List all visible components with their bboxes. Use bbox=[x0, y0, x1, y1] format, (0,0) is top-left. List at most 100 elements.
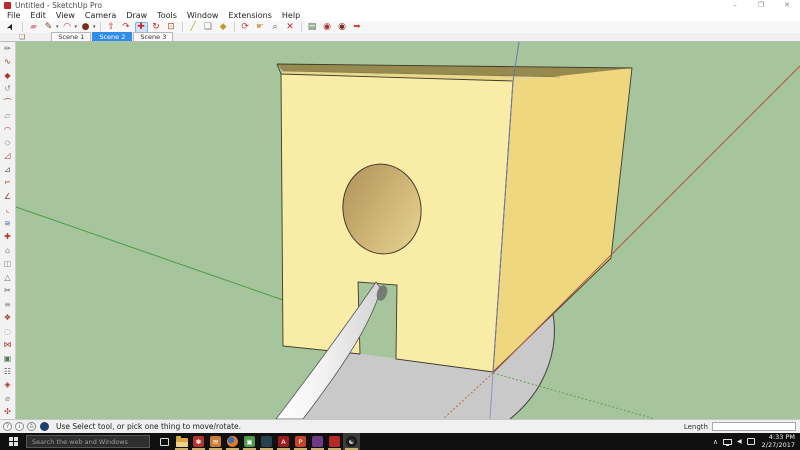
menu-draw[interactable]: Draw bbox=[121, 11, 152, 21]
file-explorer-taskbar-button[interactable] bbox=[173, 433, 190, 450]
arc-tool-button[interactable]: ◠ bbox=[61, 22, 74, 33]
line-tool-button[interactable]: ✎ bbox=[42, 22, 55, 33]
arc-segment-icon: ⌒ bbox=[3, 97, 12, 107]
share-model-button[interactable]: ➥ bbox=[351, 22, 364, 33]
acrobat-taskbar-button[interactable]: A bbox=[275, 433, 292, 450]
3d-warehouse-button[interactable]: ◉ bbox=[321, 22, 334, 33]
task-view-taskbar-button[interactable] bbox=[156, 433, 173, 450]
sketchup-app-taskbar-button[interactable] bbox=[326, 433, 343, 450]
maximize-button[interactable]: ❐ bbox=[748, 0, 774, 11]
scene-tab-1[interactable]: Scene 1 bbox=[51, 32, 92, 41]
diamond-face-button[interactable]: ◇ bbox=[0, 136, 15, 149]
angle-button[interactable]: ∠ bbox=[0, 190, 15, 203]
zoom-extents-tool-button[interactable]: ✕ bbox=[284, 22, 297, 33]
follow-me-tool-button[interactable]: ↷ bbox=[120, 22, 133, 33]
scene-tab-3[interactable]: Scene 3 bbox=[133, 32, 174, 41]
menu-window[interactable]: Window bbox=[182, 11, 224, 21]
parallelogram-button[interactable]: ▱ bbox=[0, 109, 15, 122]
sketchup-logo-icon bbox=[4, 2, 11, 9]
credits-icon[interactable]: i bbox=[15, 422, 24, 431]
hidden-icons-chevron[interactable]: ∧ bbox=[713, 438, 718, 446]
mesh-rows-button[interactable]: ☷ bbox=[0, 365, 15, 378]
taskbar-search-input[interactable] bbox=[26, 435, 150, 448]
corner-button[interactable]: ⌐ bbox=[0, 177, 15, 190]
dimension-tool-button[interactable]: ❏ bbox=[202, 22, 215, 33]
firefox-taskbar-button[interactable] bbox=[224, 433, 241, 450]
orbit-tool-button[interactable]: ⟳ bbox=[239, 22, 252, 33]
dome-button[interactable]: ◠ bbox=[0, 123, 15, 136]
mail-app-taskbar-button[interactable]: ✉ bbox=[207, 433, 224, 450]
split-face-button[interactable]: ◫ bbox=[0, 258, 15, 271]
extension-warehouse-icon: ◉ bbox=[338, 21, 346, 32]
arc-segment-button[interactable]: ⌒ bbox=[0, 96, 15, 109]
push-pull-tool-button[interactable]: ⇧ bbox=[105, 22, 118, 33]
image-viewer-icon: ▣ bbox=[244, 436, 255, 447]
scale-tool-button[interactable]: ⊡ bbox=[165, 22, 178, 33]
vertex-tools-button[interactable]: ❖ bbox=[0, 311, 15, 324]
wedge-button[interactable]: ◿ bbox=[0, 150, 15, 163]
menu-help[interactable]: Help bbox=[277, 11, 305, 21]
sign-in-icon[interactable]: ♙ bbox=[27, 422, 36, 431]
paint-bucket-tool-icon: ◆ bbox=[219, 21, 227, 32]
start-button[interactable] bbox=[0, 433, 26, 450]
viewport-3d[interactable] bbox=[16, 42, 800, 419]
tape-measure-tool-button[interactable]: ╱ bbox=[187, 22, 200, 33]
menu-tools[interactable]: Tools bbox=[152, 11, 182, 21]
obs-taskbar-button[interactable]: ☯ bbox=[343, 433, 360, 450]
facet-gem-button[interactable]: ◈ bbox=[0, 379, 15, 392]
menu-view[interactable]: View bbox=[51, 11, 80, 21]
wave-surface-button[interactable]: ≋ bbox=[0, 217, 15, 230]
styles-panel-button[interactable]: ▤ bbox=[306, 22, 319, 33]
cross-section-button[interactable]: ✚ bbox=[0, 231, 15, 244]
arc-tool-dropdown-icon[interactable]: ▾ bbox=[75, 24, 78, 30]
undo-arc-button[interactable]: ↺ bbox=[0, 82, 15, 95]
menu-file[interactable]: File bbox=[2, 11, 25, 21]
sketchup-community-icon[interactable] bbox=[40, 422, 49, 431]
pyramid-button[interactable]: △ bbox=[0, 271, 15, 284]
menu-edit[interactable]: Edit bbox=[25, 11, 51, 21]
image-viewer-taskbar-button[interactable]: ▣ bbox=[241, 433, 258, 450]
rotate-tool-button[interactable]: ↻ bbox=[150, 22, 163, 33]
move-tool-button[interactable]: ✚ bbox=[134, 21, 148, 33]
title-bar: Untitled - SketchUp Pro – ❐ ✕ bbox=[0, 0, 800, 11]
select-tool-button[interactable]: ➤ bbox=[5, 21, 18, 33]
powerpoint-taskbar-button[interactable]: P bbox=[292, 433, 309, 450]
fillet-button[interactable]: ◟ bbox=[0, 204, 15, 217]
layer-stack-button[interactable]: ≡ bbox=[0, 298, 15, 311]
scene-tab-2[interactable]: Scene 2 bbox=[92, 32, 133, 41]
grid-face-button[interactable]: ▣ bbox=[0, 352, 15, 365]
pan-tool-button[interactable]: ☛ bbox=[254, 22, 267, 33]
zoom-tool-button[interactable]: ⌕ bbox=[269, 22, 282, 33]
pencil-plus-button[interactable]: ✏ bbox=[0, 42, 15, 55]
circle-tool-dropdown-icon[interactable]: ▾ bbox=[93, 24, 96, 30]
flower-cut-button[interactable]: ✣ bbox=[0, 406, 15, 419]
menu-camera[interactable]: Camera bbox=[80, 11, 121, 21]
photos-app-taskbar-button[interactable]: ✽ bbox=[190, 433, 207, 450]
notifications-icon[interactable] bbox=[746, 438, 755, 445]
solid-union-button[interactable]: ◆ bbox=[0, 69, 15, 82]
line-tool-dropdown-icon[interactable]: ▾ bbox=[56, 24, 59, 30]
trim-button[interactable]: ✂ bbox=[0, 284, 15, 297]
minimize-button[interactable]: – bbox=[722, 0, 748, 11]
circle-guide-button[interactable]: ◌ bbox=[0, 325, 15, 338]
volume-icon[interactable]: ◀ bbox=[737, 438, 742, 445]
left-tool-column: ✏ ∿ ◆ ↺ ⌒ ▱ ◠ ◇ ◿ ⊿ ⌐ ∠ ◟ ≋ ✚ ⌂ ◫ △ ✂ ≡ ❖ ◌ ⋈ ▣ ☷ ◈ ⌀ ✣ bbox=[0, 42, 16, 419]
photo-editor-taskbar-button[interactable] bbox=[258, 433, 275, 450]
curve-button[interactable]: ∿ bbox=[0, 55, 15, 68]
menu-extensions[interactable]: Extensions bbox=[223, 11, 276, 21]
geolocation-icon[interactable]: ? bbox=[3, 422, 12, 431]
taskbar-clock[interactable]: 4:33 PM 2/27/2017 bbox=[762, 433, 795, 449]
diameter-button[interactable]: ⌀ bbox=[0, 392, 15, 405]
status-bar: ? i ♙ Use Select tool, or pick one thing t… bbox=[0, 419, 800, 433]
triangle-edge-button[interactable]: ⊿ bbox=[0, 163, 15, 176]
eraser-tool-button[interactable]: ▰ bbox=[27, 22, 40, 33]
measurements-input[interactable] bbox=[712, 422, 796, 431]
bowtie-join-button[interactable]: ⋈ bbox=[0, 338, 15, 351]
house-plan-button[interactable]: ⌂ bbox=[0, 244, 15, 257]
extension-warehouse-button[interactable]: ◉ bbox=[336, 22, 349, 33]
network-icon[interactable] bbox=[723, 438, 733, 446]
paint-bucket-tool-button[interactable]: ◆ bbox=[217, 22, 230, 33]
design-app-taskbar-button[interactable] bbox=[309, 433, 326, 450]
circle-tool-button[interactable]: ● bbox=[79, 22, 92, 33]
close-button[interactable]: ✕ bbox=[774, 0, 800, 11]
